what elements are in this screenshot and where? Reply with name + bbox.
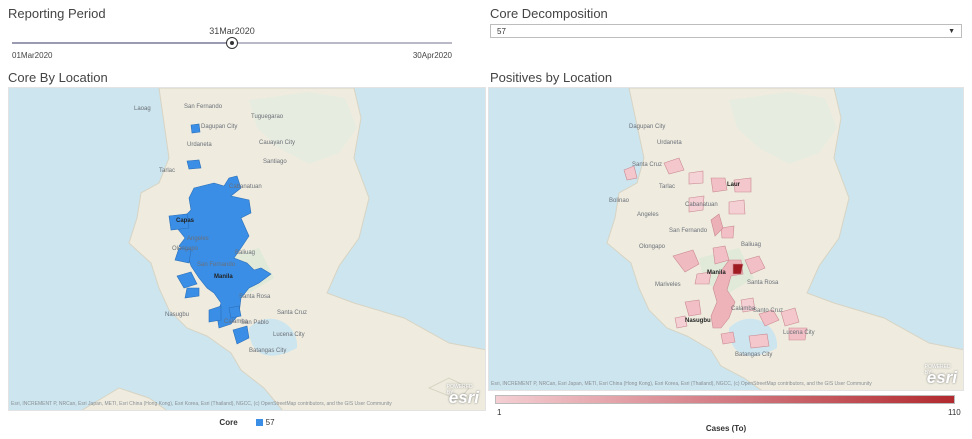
map-place-label: Dagupan City bbox=[201, 124, 237, 130]
map-place-label: Lucena City bbox=[273, 332, 305, 338]
map-place-label: Cabanatuan bbox=[229, 184, 262, 190]
cases-legend-title: Cases (To) bbox=[705, 424, 747, 433]
map-place-label: Santa Cruz bbox=[277, 310, 307, 316]
core-decomposition-title: Core Decomposition bbox=[490, 6, 608, 21]
core-region-polygon[interactable] bbox=[228, 305, 242, 319]
positives-region-polygon[interactable] bbox=[732, 263, 744, 275]
map-place-label: Tarlac bbox=[659, 184, 675, 190]
map-place-label: Tarlac bbox=[159, 168, 175, 174]
map-place-label: Lucena City bbox=[783, 330, 815, 336]
reporting-period-slider[interactable]: 31Mar2020 01Mar2020 30Apr2020 bbox=[12, 24, 452, 64]
core-legend: Core 57 bbox=[8, 418, 486, 427]
esri-logo-icon: POWERED BY esri bbox=[924, 364, 957, 387]
core-by-location-title: Core By Location bbox=[8, 70, 108, 85]
core-region-polygon[interactable] bbox=[184, 287, 200, 299]
map-place-label: Batangas City bbox=[249, 348, 286, 354]
positives-by-location-title: Positives by Location bbox=[490, 70, 613, 85]
map-place-label: Laur bbox=[727, 182, 741, 188]
map-place-label: Calamba bbox=[731, 306, 756, 312]
map-place-label: Laoag bbox=[134, 106, 151, 112]
map-place-label: Nasugbu bbox=[165, 312, 189, 318]
map-place-label: Baliuag bbox=[741, 242, 761, 248]
core-legend-item: 57 bbox=[265, 418, 275, 427]
map-place-label: Santiago bbox=[263, 159, 287, 165]
map-place-label: Nasugbu bbox=[685, 318, 711, 324]
map-place-label: San Fernando bbox=[197, 262, 236, 268]
dropdown-caret-icon: ▼ bbox=[948, 28, 955, 35]
positives-map-canvas: Dagupan City Urdaneta Santa Cruz Tarlac Caba… bbox=[489, 88, 963, 390]
core-decomposition-select[interactable]: 57 ▼ bbox=[490, 24, 962, 38]
map-place-label: Mariveles bbox=[655, 282, 681, 288]
map-place-label: Santo Cruz bbox=[753, 308, 783, 314]
legend-swatch bbox=[255, 419, 263, 427]
esri-logo-icon: POWERED BY esri bbox=[446, 384, 479, 407]
map-place-label: Olongapo bbox=[172, 246, 199, 252]
map-place-label: Santa Cruz bbox=[632, 162, 662, 168]
map-attribution: Esri, INCREMENT P, NRCan, Esri Japan, ME… bbox=[491, 381, 872, 387]
map-place-label: Cauayan City bbox=[259, 140, 295, 146]
map-place-label: Urdaneta bbox=[657, 140, 682, 146]
core-map-canvas: San Fernando Tuguegarao Laoag Cauayan City D… bbox=[9, 88, 485, 410]
select-value: 57 bbox=[497, 27, 506, 36]
slider-handle[interactable] bbox=[226, 37, 238, 49]
slider-min-label: 01Mar2020 bbox=[12, 51, 53, 60]
map-place-label: Batangas City bbox=[735, 352, 772, 358]
positives-region-polygon[interactable] bbox=[748, 333, 770, 349]
core-legend-title: Core bbox=[219, 418, 238, 427]
map-place-label: San Pablo bbox=[241, 320, 269, 326]
map-place-label: Cabanatuan bbox=[685, 202, 718, 208]
map-place-label: Santa Rosa bbox=[747, 280, 779, 286]
cases-legend-min: 1 bbox=[497, 408, 502, 417]
map-place-label: Manila bbox=[214, 274, 233, 280]
map-place-label: San Fernando bbox=[184, 104, 223, 110]
positives-region-polygon[interactable] bbox=[710, 177, 728, 193]
core-region-polygon[interactable] bbox=[190, 123, 201, 134]
map-place-label: Santa Rosa bbox=[239, 294, 271, 300]
positives-region-polygon[interactable] bbox=[688, 170, 704, 185]
map-place-label: Capas bbox=[176, 218, 195, 224]
map-place-label: Bolinao bbox=[609, 198, 630, 204]
cases-legend-max: 110 bbox=[948, 408, 961, 417]
map-place-label: San Fernando bbox=[669, 228, 708, 234]
core-region-polygon[interactable] bbox=[186, 159, 202, 170]
positives-map[interactable]: Dagupan City Urdaneta Santa Cruz Tarlac Caba… bbox=[488, 87, 964, 391]
map-place-label: Tuguegarao bbox=[251, 114, 284, 120]
map-place-label: Angeles bbox=[637, 212, 659, 218]
reporting-period-title: Reporting Period bbox=[8, 6, 106, 21]
cases-color-ramp bbox=[495, 395, 955, 404]
positives-region-polygon[interactable] bbox=[720, 331, 736, 345]
map-place-label: Olongapo bbox=[639, 244, 666, 250]
map-place-label: Dagupan City bbox=[629, 124, 665, 130]
map-attribution: Esri, INCREMENT P, NRCan, Esri Japan, ME… bbox=[11, 401, 392, 407]
map-place-label: Angeles bbox=[187, 236, 209, 242]
map-place-label: Baliuag bbox=[235, 250, 255, 256]
core-map[interactable]: San Fernando Tuguegarao Laoag Cauayan City D… bbox=[8, 87, 486, 411]
map-place-label: Manila bbox=[707, 270, 726, 276]
map-place-label: Urdaneta bbox=[187, 142, 212, 148]
positives-region-polygon[interactable] bbox=[728, 199, 746, 215]
slider-fill bbox=[12, 42, 232, 44]
slider-max-label: 30Apr2020 bbox=[412, 51, 452, 60]
slider-current-value: 31Mar2020 bbox=[209, 26, 255, 36]
